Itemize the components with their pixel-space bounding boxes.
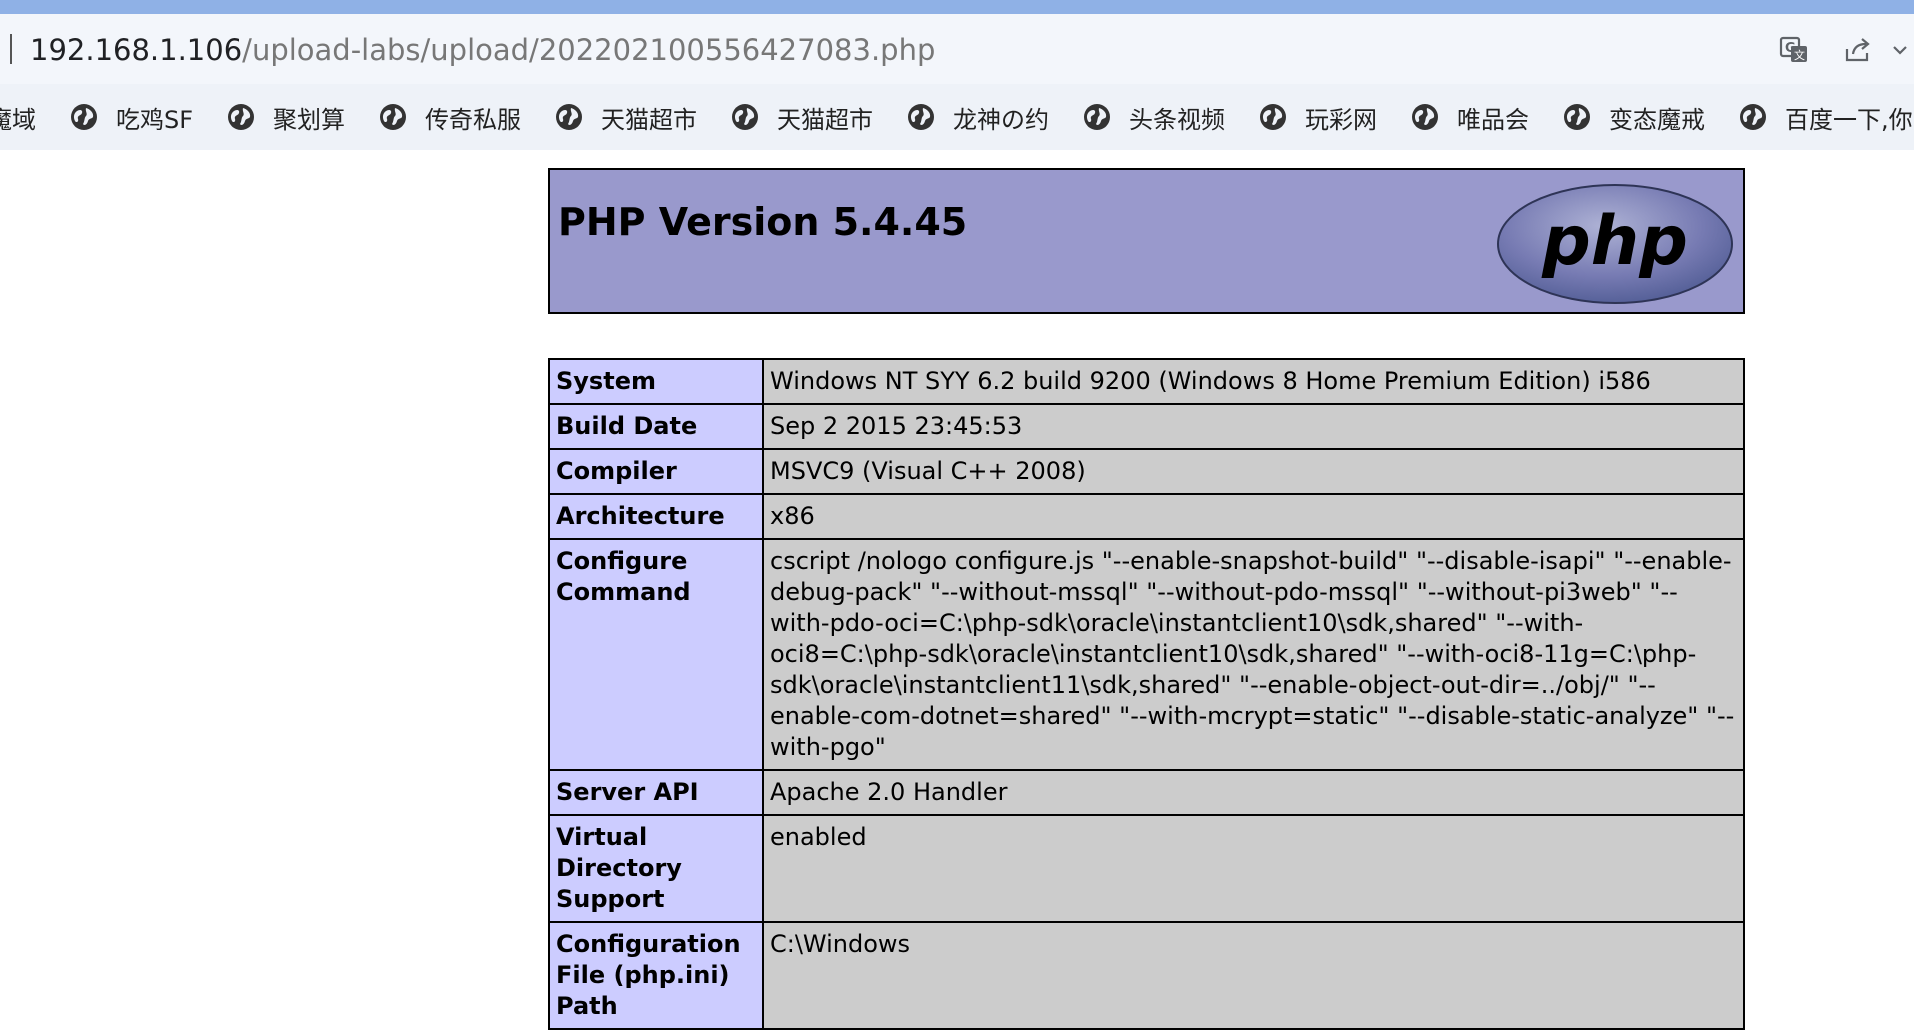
row-value: Apache 2.0 Handler (762, 769, 1745, 816)
bookmark-item[interactable]: 百度一下,你 (1739, 100, 1913, 135)
row-value: enabled (762, 814, 1745, 923)
bookmark-label: 头条视频 (1129, 105, 1226, 134)
bookmark-item[interactable]: 唯品会 (1411, 100, 1529, 135)
bookmark-item[interactable]: 头条视频 (1083, 100, 1225, 135)
table-row: Configure Command cscript /nologo configu… (548, 538, 1745, 771)
globe-icon (1740, 104, 1767, 130)
page-content: PHP Version 5.4.45 php System Windows NT … (0, 150, 1914, 1030)
share-icon[interactable] (1838, 30, 1878, 70)
bookmark-item[interactable]: 天猫超市 (731, 100, 873, 135)
bookmark-item[interactable]: 吃鸡SF (70, 100, 193, 135)
phpinfo-table: System Windows NT SYY 6.2 build 9200 (Win… (548, 358, 1745, 1030)
table-row: Virtual Directory Support enabled (548, 814, 1745, 923)
bookmark-item[interactable]: 变态魔戒 (1563, 100, 1705, 135)
bookmark-label: 百度一下,你 (1785, 105, 1913, 134)
bookmark-label: 天猫超市 (777, 105, 874, 134)
globe-icon (71, 104, 97, 130)
url-path: /upload-labs/upload/202202100556427083.p… (242, 33, 936, 67)
row-label: Virtual Directory Support (548, 814, 764, 923)
bookmark-label: 龙神の约 (953, 105, 1050, 134)
globe-icon (1084, 104, 1111, 130)
row-label: System (548, 358, 764, 405)
bookmark-item[interactable]: 传奇私服 (379, 100, 521, 135)
bookmark-item[interactable]: 玩彩网 (1259, 100, 1377, 135)
bookmark-label: 吃鸡SF (116, 105, 194, 134)
table-row: Configuration File (php.ini) Path C:\Wind… (548, 921, 1745, 1030)
table-row: Architecture x86 (548, 493, 1745, 540)
row-label: Compiler (548, 448, 764, 495)
bookmarks-bar: 魔域 吃鸡SF 聚划算 传奇私服 天猫超市 天猫超市 龙神の约 头条视频 玩彩网 唯品会 变态魔戒 百… (0, 84, 1914, 151)
row-label: Configure Command (548, 538, 764, 771)
globe-icon (1564, 104, 1591, 130)
bookmark-label: 天猫超市 (601, 105, 698, 134)
bookmark-item[interactable]: 天猫超市 (555, 100, 697, 135)
table-row: System Windows NT SYY 6.2 build 9200 (Win… (548, 358, 1745, 405)
row-value: Windows NT SYY 6.2 build 9200 (Windows 8… (762, 358, 1745, 405)
globe-icon (1260, 104, 1287, 130)
browser-window-top (0, 0, 1914, 14)
globe-icon (380, 104, 407, 130)
globe-icon (556, 104, 583, 130)
globe-icon (908, 104, 935, 130)
row-value: C:\Windows (762, 921, 1745, 1030)
bookmark-item[interactable]: 聚划算 (227, 100, 345, 135)
globe-icon (1412, 104, 1439, 130)
table-row: Compiler MSVC9 (Visual C++ 2008) (548, 448, 1745, 495)
row-label: Build Date (548, 403, 764, 450)
bookmark-label: 传奇私服 (425, 105, 522, 134)
row-value: x86 (762, 493, 1745, 540)
bookmark-label: 聚划算 (273, 105, 346, 134)
row-value: MSVC9 (Visual C++ 2008) (762, 448, 1745, 495)
bookmarks-list: 魔域 吃鸡SF 聚划算 传奇私服 天猫超市 天猫超市 龙神の约 头条视频 玩彩网 唯品会 变态魔戒 百… (0, 84, 1914, 150)
address-divider (10, 34, 12, 64)
row-value: Sep 2 2015 23:45:53 (762, 403, 1745, 450)
bookmark-item[interactable]: 魔域 (0, 100, 36, 135)
address-bar[interactable]: 192.168.1.106/upload-labs/upload/2022021… (0, 14, 1914, 85)
table-row: Server API Apache 2.0 Handler (548, 769, 1745, 816)
url-host: 192.168.1.106 (30, 33, 243, 67)
bookmark-label: 变态魔戒 (1609, 105, 1706, 134)
table-row: Build Date Sep 2 2015 23:45:53 (548, 403, 1745, 450)
globe-icon (228, 104, 255, 130)
php-logo-text: php (1541, 202, 1688, 281)
svg-text:文: 文 (1794, 48, 1805, 62)
page-title: PHP Version 5.4.45 (558, 200, 968, 244)
row-label: Architecture (548, 493, 764, 540)
php-logo[interactable]: php (1495, 182, 1735, 310)
globe-icon (732, 104, 759, 130)
phpinfo-header: PHP Version 5.4.45 php (548, 168, 1745, 314)
chevron-down-icon[interactable] (1892, 30, 1914, 70)
translate-icon[interactable]: G 文 (1774, 30, 1814, 70)
row-value: cscript /nologo configure.js "--enable-s… (762, 538, 1745, 771)
bookmark-label: 唯品会 (1457, 105, 1530, 134)
bookmark-item[interactable]: 龙神の约 (907, 100, 1049, 135)
row-label: Configuration File (php.ini) Path (548, 921, 764, 1030)
bookmark-label: 玩彩网 (1305, 105, 1378, 134)
url-text[interactable]: 192.168.1.106/upload-labs/upload/2022021… (30, 30, 935, 70)
bookmark-label: 魔域 (0, 105, 36, 134)
row-label: Server API (548, 769, 764, 816)
